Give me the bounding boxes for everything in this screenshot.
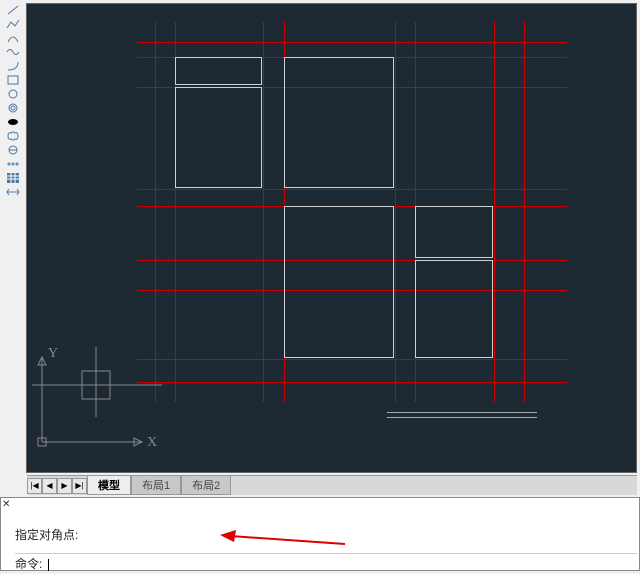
- grid-line: [155, 22, 156, 402]
- drawing-canvas[interactable]: X Y: [26, 3, 637, 473]
- command-history: 指定对角点: 找到 21 个，已过滤 12 个 请选择互相联系的墙体(或门窗)和…: [15, 500, 637, 552]
- ring-icon[interactable]: [3, 101, 23, 115]
- donut-icon[interactable]: [3, 143, 23, 157]
- line-icon[interactable]: [3, 3, 23, 17]
- tab-nav-prev[interactable]: ◀: [42, 478, 57, 494]
- ucs-icon: X Y: [32, 347, 172, 457]
- table-icon[interactable]: [3, 171, 23, 185]
- wall-rect: [175, 57, 262, 85]
- draw-toolbar: [3, 3, 23, 199]
- spline-icon[interactable]: [3, 45, 23, 59]
- tab-layout1[interactable]: 布局1: [131, 476, 181, 495]
- command-window: ✕ 指定对角点: 找到 21 个，已过滤 12 个 请选择互相联系的墙体(或门窗…: [0, 497, 640, 571]
- rect-icon[interactable]: [3, 73, 23, 87]
- wall-rect: [175, 87, 262, 188]
- tab-layout2[interactable]: 布局2: [181, 476, 231, 495]
- tab-model[interactable]: 模型: [87, 476, 131, 495]
- svg-text:X: X: [147, 435, 157, 450]
- tab-nav-last[interactable]: ▶|: [72, 478, 87, 494]
- stretch-icon[interactable]: [3, 185, 23, 199]
- arc-icon[interactable]: [3, 31, 23, 45]
- grid-line: [395, 22, 396, 402]
- curve-icon[interactable]: [3, 59, 23, 73]
- wall-rect: [284, 57, 394, 188]
- ellipse-icon[interactable]: [3, 115, 23, 129]
- polyline-icon[interactable]: [3, 17, 23, 31]
- more-icon[interactable]: [3, 157, 23, 171]
- wall-rect: [284, 206, 394, 358]
- revcloud-icon[interactable]: [3, 129, 23, 143]
- tab-nav-first[interactable]: |◀: [27, 478, 42, 494]
- cmd-line: 指定对角点:: [15, 528, 637, 542]
- grid-line: [263, 22, 264, 402]
- wall-rect: [415, 260, 493, 358]
- tab-nav-next[interactable]: ▶: [57, 478, 72, 494]
- grid-line: [137, 189, 567, 190]
- grid-line: [494, 22, 495, 402]
- command-input[interactable]: 命令:: [15, 553, 637, 569]
- line-segment: [387, 412, 537, 413]
- layout-tabs: |◀ ◀ ▶ ▶| 模型 布局1 布局2: [27, 475, 637, 495]
- close-icon[interactable]: ✕: [2, 499, 12, 509]
- grid-line: [524, 22, 525, 402]
- circle-icon[interactable]: [3, 87, 23, 101]
- grid-line: [137, 382, 567, 383]
- wall-rect: [415, 206, 493, 258]
- svg-text:Y: Y: [48, 347, 58, 361]
- grid-line: [137, 42, 567, 43]
- grid-line: [137, 359, 567, 360]
- line-segment: [387, 417, 537, 418]
